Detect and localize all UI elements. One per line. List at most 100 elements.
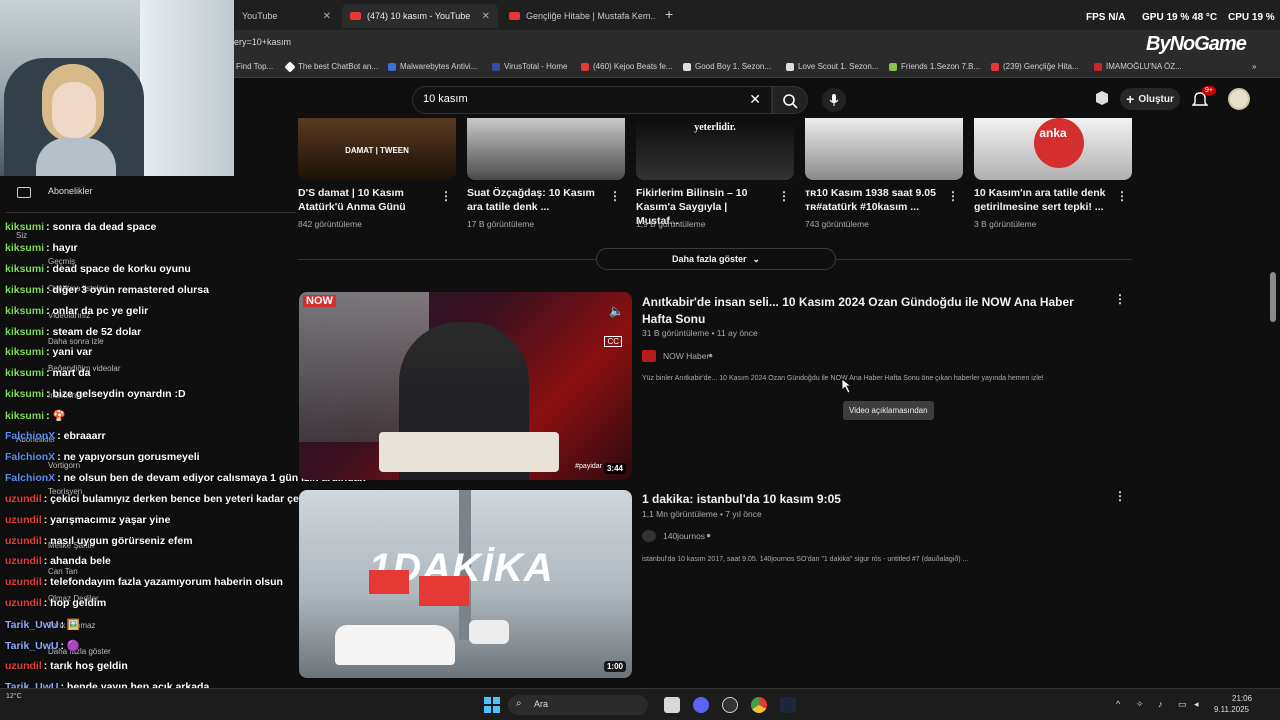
scrollbar-thumb[interactable] — [1270, 272, 1276, 322]
white-car — [469, 620, 509, 644]
chat-message: uzundil: ahanda bele — [5, 555, 111, 567]
browser-tab-active[interactable]: (474) 10 kasım - YouTube ✕ — [342, 4, 498, 28]
cast-icon[interactable] — [1094, 90, 1110, 106]
bookmark-item[interactable]: Love Scout 1. Sezon... — [786, 62, 879, 71]
close-icon[interactable]: ✕ — [323, 11, 331, 22]
chat-message: Tarik_UwU: 🖼️ — [5, 618, 80, 631]
more-options-icon[interactable]: ⋮ — [1116, 189, 1128, 203]
taskbar-search[interactable]: ⌕ Ara — [508, 695, 648, 715]
more-options-icon[interactable]: ⋮ — [778, 189, 790, 203]
chat-message: kiksumi: diğer 3 oyun remastered olursa — [5, 284, 209, 296]
chat-username: Tarik_UwU — [5, 640, 59, 652]
video-thumbnail[interactable] — [805, 118, 963, 180]
clear-search-icon[interactable]: ✕ — [749, 91, 761, 108]
obs-icon[interactable] — [722, 697, 738, 713]
weather-temp[interactable]: 12°C — [6, 693, 22, 700]
mouse-cursor-icon — [841, 378, 852, 394]
channel-avatar[interactable] — [642, 350, 656, 362]
browser-tab-youtube[interactable]: YouTube ✕ — [234, 4, 339, 28]
search-box[interactable]: ✕ — [412, 86, 772, 114]
notifications-button[interactable]: 9+ — [1191, 86, 1216, 113]
network-icon[interactable]: ✧ — [1136, 699, 1144, 710]
video-thumbnail[interactable]: DAMAT | TWEEN — [298, 118, 456, 180]
clock-time[interactable]: 21:06 — [1232, 694, 1252, 703]
windows-start-icon[interactable] — [484, 697, 500, 713]
chrome-icon[interactable] — [751, 697, 767, 713]
bookmarks-overflow-icon[interactable]: » — [1252, 62, 1256, 71]
chat-username: uzundil — [5, 534, 42, 547]
video-title[interactable]: D'S damat | 10 Kasım Atatürk'ü Anma Günü — [298, 186, 434, 214]
chat-text: : hop geldim — [43, 597, 107, 610]
search-input[interactable] — [423, 93, 723, 105]
video-thumbnail[interactable] — [467, 118, 625, 180]
tab-label: (474) 10 kasım - YouTube — [367, 11, 471, 21]
tray-chevron-icon[interactable]: ^ — [1116, 699, 1120, 709]
avatar[interactable] — [1228, 88, 1250, 110]
clock-date[interactable]: 9.11.2025 — [1214, 705, 1249, 714]
windows-taskbar: ⌕ Ara 12°C ^ ✧ ♪ ▭ ◂ 21:06 9.11.2025 — [0, 688, 1280, 720]
chat-message: kiksumi: sonra da dead space — [5, 221, 156, 233]
result-thumbnail[interactable]: 1DAKİKA 1:00 — [299, 490, 632, 678]
result-title[interactable]: Anıtkabir'de insan seli... 10 Kasım 2024… — [642, 294, 1092, 328]
bookmark-item[interactable]: The best ChatBot an... — [284, 60, 378, 73]
bookmark-item[interactable]: Good Boy 1. Sezon... — [683, 62, 771, 71]
turkish-flag — [419, 576, 469, 606]
bookmarks-bar: Find Top... The best ChatBot an... Malwa… — [234, 56, 1280, 78]
new-tab-button[interactable]: + — [665, 6, 673, 22]
chat-username: Tarik_UwU — [5, 619, 59, 632]
captions-icon[interactable]: CC — [604, 336, 622, 347]
sidebar-item-watch-later[interactable]: Daha sonra izle — [48, 337, 104, 346]
bookmark-item[interactable]: (460) Kejoo Beats fe... — [581, 62, 673, 71]
video-title[interactable]: 10 Kasım'ın ara tatile denk getirilmesin… — [974, 186, 1110, 214]
chat-username: kiksumi — [5, 367, 45, 380]
monitor-icon[interactable]: ▭ — [1178, 699, 1187, 710]
result-title[interactable]: 1 dakika: istanbul'da 10 kasım 9:05 — [642, 492, 1092, 506]
search-button[interactable] — [772, 86, 808, 114]
verified-icon: ● — [708, 350, 714, 360]
bookmark-item[interactable]: Find Top... — [236, 62, 273, 71]
browser-tab-gencliğe[interactable]: Gençliğe Hitabe | Mustafa Kem... ✕ — [501, 4, 655, 28]
video-thumbnail[interactable]: anka — [974, 118, 1132, 180]
channel-avatar[interactable] — [642, 530, 656, 542]
more-options-icon[interactable]: ⋮ — [1114, 489, 1126, 503]
channel-name[interactable]: 140journos — [663, 531, 705, 541]
more-options-icon[interactable]: ⋮ — [947, 189, 959, 203]
video-title[interactable]: Suat Özçağdaş: 10 Kasım ara tatile denk … — [467, 186, 603, 214]
mute-icon[interactable]: 🔈 — [609, 304, 624, 318]
result-thumbnail[interactable]: NOW #payidar 🔈 CC 3:44 — [299, 292, 632, 480]
bookmark-icon — [683, 62, 691, 71]
steam-icon[interactable] — [780, 697, 796, 713]
video-thumbnail[interactable]: yeterlidir. — [636, 118, 794, 180]
thumbnail-text: DAMAT | TWEEN — [345, 146, 409, 155]
url-text[interactable]: ery=10+kasım — [234, 37, 291, 47]
microphone-tray-icon[interactable]: ♪ — [1158, 699, 1163, 709]
show-more-button[interactable]: Daha fazla göster ⌄ — [596, 248, 836, 270]
chat-username: uzundil — [5, 492, 42, 505]
close-icon[interactable]: ✕ — [482, 11, 490, 22]
bookmark-item[interactable]: (239) Gençliğe Hita... — [991, 62, 1079, 71]
chat-text: : yarışmacımız yaşar yine — [43, 513, 171, 526]
voice-search-button[interactable] — [822, 88, 846, 112]
more-options-icon[interactable]: ⋮ — [609, 189, 621, 203]
chat-text: : çekici bulamıyız derken bence ben yete… — [43, 492, 335, 505]
create-button[interactable]: + Oluştur — [1120, 88, 1180, 110]
result-meta: 1,1 Mn görüntüleme • 7 yıl önce — [642, 509, 762, 519]
address-bar[interactable]: ery=10+kasım ByNoGame — [234, 30, 1280, 56]
sidebar-subscriptions[interactable]: Abonelikler — [48, 186, 93, 196]
chat-username: kiksumi — [5, 410, 45, 423]
sidebar-channel[interactable]: Can Tan — [48, 567, 78, 576]
bookmark-item[interactable]: VirusTotal - Home — [492, 62, 567, 71]
chat-message: uzundil: nasıl uygun görürseniz efem — [5, 535, 193, 547]
volume-icon[interactable]: ◂ — [1194, 699, 1199, 710]
tab-label: Gençliğe Hitabe | Mustafa Kem... — [526, 11, 655, 21]
channel-name[interactable]: NOW Haber — [663, 351, 709, 361]
discord-icon[interactable] — [693, 697, 709, 713]
turkish-flag — [369, 570, 409, 594]
bookmark-item[interactable]: Malwarebytes Antivi... — [388, 62, 477, 71]
video-title[interactable]: ᴛʀ10 Kasım 1938 saat 9.05 ᴛʀ#atatürk #10… — [805, 186, 941, 214]
bookmark-item[interactable]: Friends 1.Sezon 7.B... — [889, 62, 980, 71]
bookmark-item[interactable]: İMAMOĞLU'NA ÖZ... — [1094, 62, 1182, 71]
more-options-icon[interactable]: ⋮ — [1114, 292, 1126, 306]
more-options-icon[interactable]: ⋮ — [440, 189, 452, 203]
file-explorer-icon[interactable] — [664, 697, 680, 713]
